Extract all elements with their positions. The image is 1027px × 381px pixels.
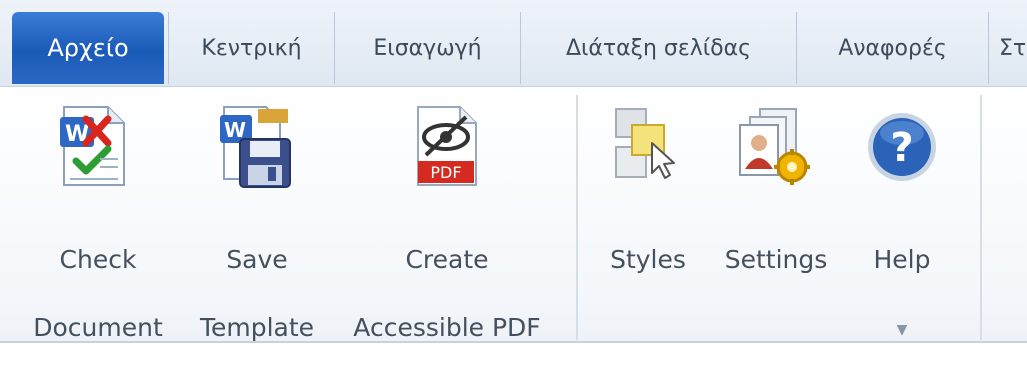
ribbon-panel: W Check Document W Save Template PDF Cre… xyxy=(0,86,1027,343)
tab-insert[interactable]: Εισαγωγή xyxy=(334,12,520,84)
ribbon-tab-bar: Αρχείο Κεντρική Εισαγωγή Διάταξη σελίδας… xyxy=(0,0,1027,86)
tab-page-layout[interactable]: Διάταξη σελίδας xyxy=(520,12,796,84)
svg-text:?: ? xyxy=(890,125,913,171)
check-document-button[interactable]: W Check Document xyxy=(14,87,182,342)
tab-references[interactable]: Αναφορές xyxy=(796,12,988,84)
save-template-icon: W xyxy=(218,103,294,189)
styles-label: Styles xyxy=(610,245,686,274)
create-accessible-pdf-label: Create Accessible PDF xyxy=(353,245,541,342)
tab-file[interactable]: Αρχείο xyxy=(12,12,164,84)
settings-button[interactable]: Settings xyxy=(708,87,844,337)
help-button[interactable]: ? Help ▼ xyxy=(852,87,952,338)
group-separator xyxy=(576,95,578,340)
save-template-button[interactable]: W Save Template xyxy=(184,87,330,342)
accessible-pdf-icon: PDF xyxy=(408,103,484,189)
settings-icon xyxy=(736,103,812,189)
check-document-icon: W xyxy=(56,103,132,189)
group-separator xyxy=(980,95,982,340)
styles-button[interactable]: Styles xyxy=(594,87,702,337)
check-document-label: Check Document xyxy=(33,245,163,342)
save-template-label: Save Template xyxy=(199,245,315,342)
help-icon: ? xyxy=(864,103,940,189)
svg-text:PDF: PDF xyxy=(430,163,461,182)
create-accessible-pdf-button[interactable]: PDF Create Accessible PDF xyxy=(330,87,564,342)
tab-home[interactable]: Κεντρική xyxy=(168,12,334,84)
help-label: Help ▼ xyxy=(852,209,952,381)
tab-partial[interactable]: Στ xyxy=(988,12,1027,84)
styles-icon xyxy=(610,103,686,189)
settings-label: Settings xyxy=(724,245,828,274)
